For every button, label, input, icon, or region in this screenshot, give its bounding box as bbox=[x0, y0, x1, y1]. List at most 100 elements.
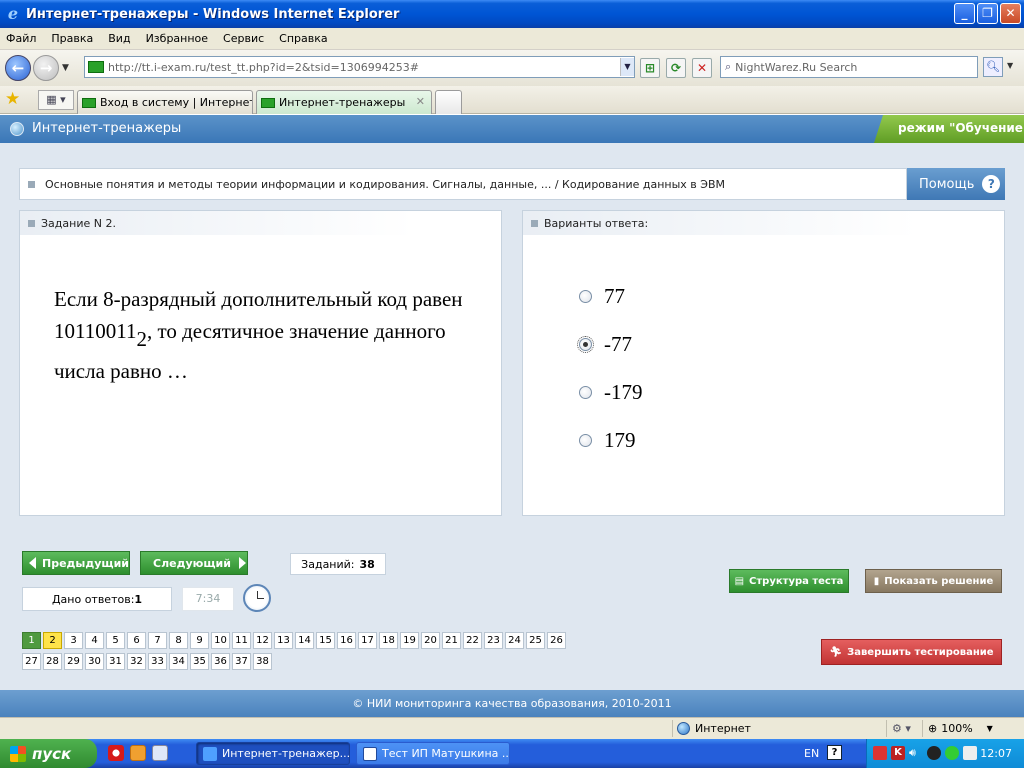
question-number-button[interactable]: 21 bbox=[442, 632, 461, 649]
menu-view[interactable]: Вид bbox=[108, 32, 130, 45]
question-number-button[interactable]: 38 bbox=[253, 653, 272, 670]
tray-update-icon[interactable] bbox=[945, 746, 959, 760]
question-number-button[interactable]: 13 bbox=[274, 632, 293, 649]
question-number-button[interactable]: 12 bbox=[253, 632, 272, 649]
search-input[interactable]: ⌕ NightWarez.Ru Search bbox=[720, 56, 978, 78]
question-number-button[interactable]: 8 bbox=[169, 632, 188, 649]
quicklaunch-icon[interactable] bbox=[130, 745, 146, 761]
menu-favorites[interactable]: Избранное bbox=[146, 32, 208, 45]
question-number-button[interactable]: 30 bbox=[85, 653, 104, 670]
history-dropdown-icon[interactable]: ▼ bbox=[62, 63, 69, 73]
question-number-button[interactable]: 19 bbox=[400, 632, 419, 649]
stop-icon[interactable]: ✕ bbox=[692, 58, 712, 78]
menu-help[interactable]: Справка bbox=[279, 32, 327, 45]
question-number-button[interactable]: 32 bbox=[127, 653, 146, 670]
safely-remove-icon[interactable] bbox=[963, 746, 977, 760]
answer-radio[interactable] bbox=[579, 433, 592, 447]
zoom-dropdown-icon[interactable]: ▼ bbox=[987, 724, 993, 733]
search-button[interactable]: 🔍︎ bbox=[983, 57, 1003, 77]
answer-option[interactable]: 77 bbox=[579, 272, 643, 320]
question-number-button[interactable]: 16 bbox=[337, 632, 356, 649]
task-count-label: Заданий: bbox=[301, 557, 355, 571]
opera-icon[interactable] bbox=[108, 745, 124, 761]
question-number-button[interactable]: 1 bbox=[22, 632, 41, 649]
tab-login[interactable]: Вход в систему | Интернет-... bbox=[77, 90, 253, 114]
question-number-button[interactable]: 24 bbox=[505, 632, 524, 649]
taskbar-item-ie[interactable]: Интернет-тренажер... bbox=[196, 742, 350, 765]
back-button[interactable]: ← bbox=[5, 55, 31, 81]
new-tab-button[interactable] bbox=[435, 90, 462, 114]
test-structure-button[interactable]: ▤ Структура теста bbox=[729, 569, 849, 593]
answer-option[interactable]: 179 bbox=[579, 416, 643, 464]
volume-icon[interactable]: 🔊︎ bbox=[909, 746, 923, 760]
show-solution-button[interactable]: ▮ Показать решение bbox=[865, 569, 1002, 593]
kaspersky-icon[interactable]: K bbox=[891, 746, 905, 760]
start-button[interactable]: пуск bbox=[0, 739, 97, 768]
address-dropdown-icon[interactable]: ▼ bbox=[620, 58, 634, 76]
protected-mode[interactable]: ⚙ ▾ bbox=[886, 720, 922, 737]
menu-tools[interactable]: Сервис bbox=[223, 32, 264, 45]
answer-radio[interactable] bbox=[579, 385, 592, 399]
answer-radio[interactable] bbox=[579, 289, 592, 303]
address-field[interactable]: http://tt.i-exam.ru/test_tt.php?id=2&tsi… bbox=[84, 56, 635, 78]
question-number-button[interactable]: 25 bbox=[526, 632, 545, 649]
answer-option[interactable]: -77 bbox=[577, 320, 643, 368]
question-number-button[interactable]: 36 bbox=[211, 653, 230, 670]
question-number-button[interactable]: 29 bbox=[64, 653, 83, 670]
answer-option[interactable]: -179 bbox=[579, 368, 643, 416]
address-url[interactable]: http://tt.i-exam.ru/test_tt.php?id=2&tsi… bbox=[108, 61, 620, 74]
help-button[interactable]: Помощь ? bbox=[907, 168, 1005, 200]
question-number-button[interactable]: 27 bbox=[22, 653, 41, 670]
question-number-button[interactable]: 31 bbox=[106, 653, 125, 670]
question-number-button[interactable]: 20 bbox=[421, 632, 440, 649]
internet-zone-icon bbox=[677, 722, 690, 735]
maximize-button[interactable]: ❐ bbox=[977, 3, 998, 24]
question-number-button[interactable]: 14 bbox=[295, 632, 314, 649]
close-button[interactable]: ✕ bbox=[1000, 3, 1021, 24]
favorites-star-icon[interactable]: ★ bbox=[5, 89, 20, 109]
taskbar: пуск Интернет-тренажер... Тест ИП Матушк… bbox=[0, 739, 1024, 768]
question-number-button[interactable]: 7 bbox=[148, 632, 167, 649]
question-number-button[interactable]: 17 bbox=[358, 632, 377, 649]
tray-disc-icon[interactable] bbox=[927, 746, 941, 760]
question-number-button[interactable]: 2 bbox=[43, 632, 62, 649]
question-number-button[interactable]: 6 bbox=[127, 632, 146, 649]
question-number-button[interactable]: 22 bbox=[463, 632, 482, 649]
show-desktop-icon[interactable] bbox=[152, 745, 168, 761]
question-number-button[interactable]: 3 bbox=[64, 632, 83, 649]
taskbar-item-word[interactable]: Тест ИП Матушкина ... bbox=[356, 742, 510, 765]
zoom-control[interactable]: ⊕ 100% ▼ bbox=[922, 720, 1022, 737]
question-number-button[interactable]: 35 bbox=[190, 653, 209, 670]
question-number-button[interactable]: 9 bbox=[190, 632, 209, 649]
question-number-button[interactable]: 15 bbox=[316, 632, 335, 649]
quick-tabs-button[interactable]: ▦ ▾ bbox=[38, 90, 74, 110]
question-number-button[interactable]: 11 bbox=[232, 632, 251, 649]
menu-file[interactable]: Файл bbox=[6, 32, 36, 45]
globe-logo-icon bbox=[10, 122, 24, 136]
question-number-button[interactable]: 5 bbox=[106, 632, 125, 649]
search-options-dropdown-icon[interactable]: ▼ bbox=[1007, 61, 1013, 70]
refresh-icon[interactable]: ⟳ bbox=[666, 58, 686, 78]
question-number-button[interactable]: 33 bbox=[148, 653, 167, 670]
question-number-button[interactable]: 37 bbox=[232, 653, 251, 670]
tab-close-icon[interactable]: ✕ bbox=[416, 95, 425, 108]
question-number-button[interactable]: 28 bbox=[43, 653, 62, 670]
question-number-button[interactable]: 18 bbox=[379, 632, 398, 649]
language-indicator[interactable]: EN bbox=[804, 747, 819, 760]
question-number-button[interactable]: 23 bbox=[484, 632, 503, 649]
previous-button[interactable]: Предыдущий bbox=[22, 551, 130, 575]
question-number-button[interactable]: 34 bbox=[169, 653, 188, 670]
tab-trainers[interactable]: Интернет-тренажеры ✕ bbox=[256, 90, 432, 114]
help-tray-icon[interactable]: ? bbox=[827, 745, 842, 760]
question-number-button[interactable]: 10 bbox=[211, 632, 230, 649]
question-number-button[interactable]: 4 bbox=[85, 632, 104, 649]
menu-edit[interactable]: Правка bbox=[51, 32, 93, 45]
finish-test-button[interactable]: 🏃︎ Завершить тестирование bbox=[821, 639, 1002, 665]
answer-radio-selected[interactable] bbox=[577, 335, 594, 353]
tray-app-icon[interactable] bbox=[873, 746, 887, 760]
question-number-button[interactable]: 26 bbox=[547, 632, 566, 649]
compatibility-icon[interactable]: ⊞ bbox=[640, 58, 660, 78]
forward-button[interactable]: → bbox=[33, 55, 59, 81]
next-button[interactable]: Следующий bbox=[140, 551, 248, 575]
minimize-button[interactable]: _ bbox=[954, 3, 975, 24]
